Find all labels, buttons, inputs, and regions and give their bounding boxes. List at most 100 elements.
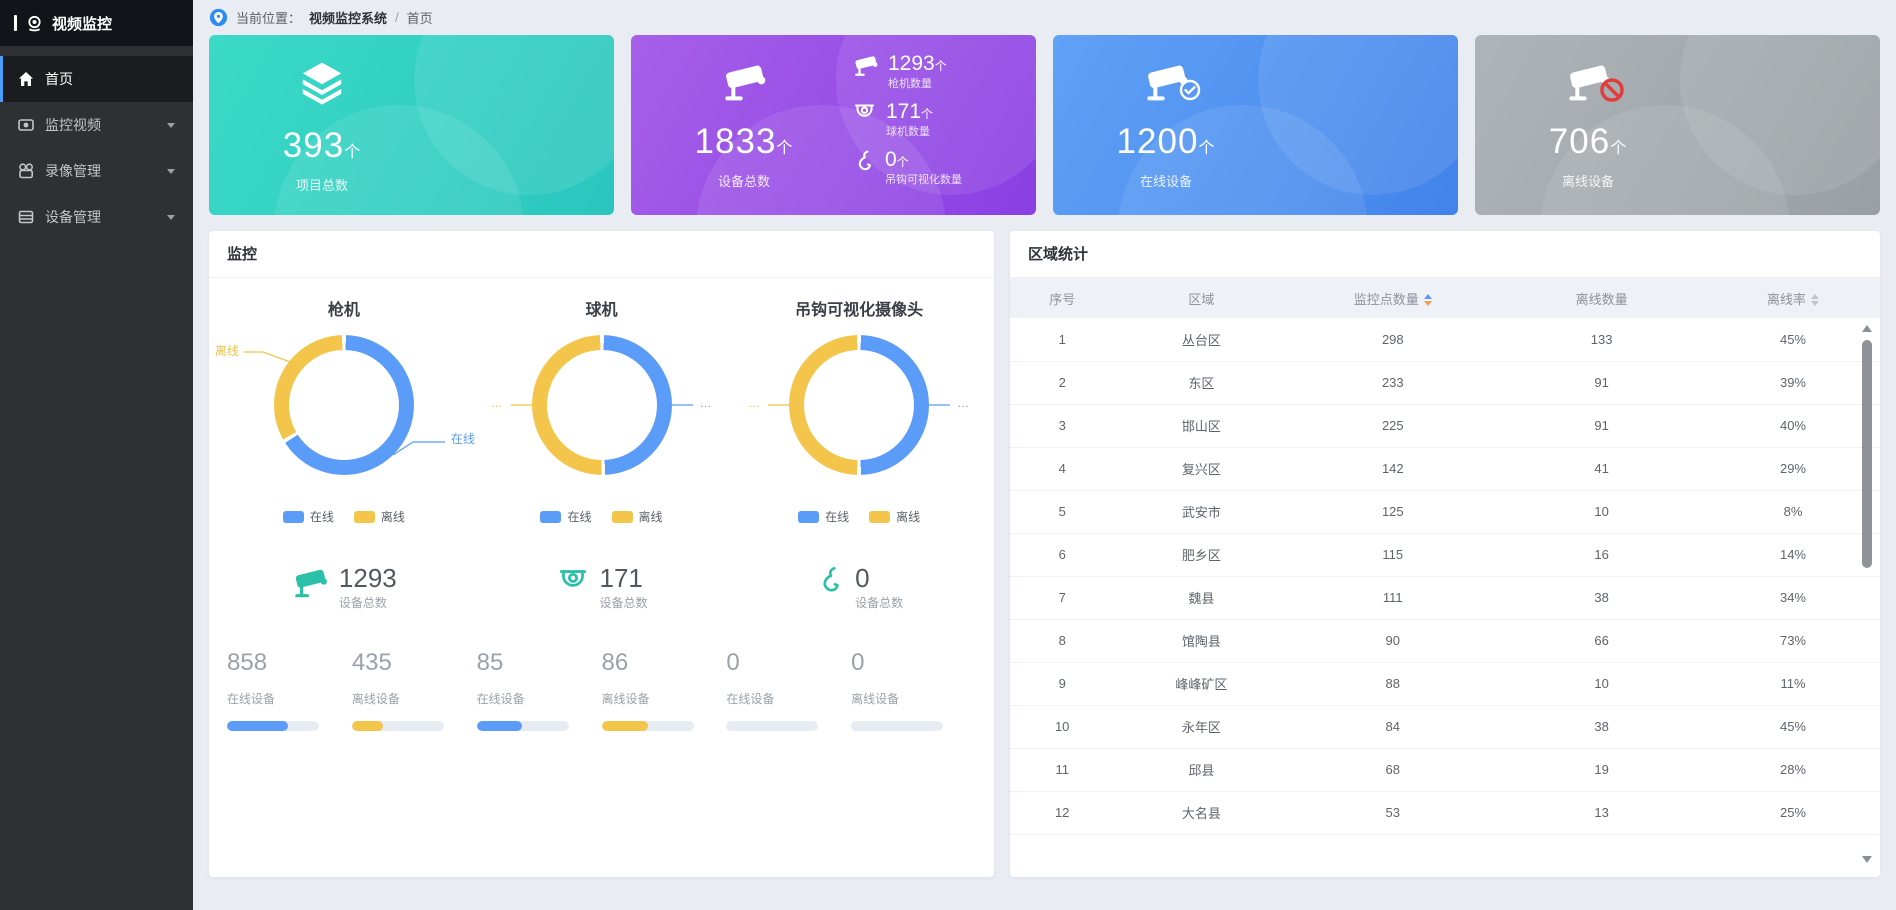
table-row[interactable]: 5武安市125108%: [1010, 490, 1880, 533]
table-cell: 66: [1497, 619, 1706, 662]
table-cell: 10: [1497, 662, 1706, 705]
breadcrumb-root[interactable]: 视频监控系统: [309, 8, 387, 27]
scroll-up-icon[interactable]: [1862, 325, 1872, 332]
main-content: 当前位置： 视频监控系统 / 首页 393个 项目总数 1833个 设备总数: [193, 0, 1896, 910]
table-cell: 12: [1010, 791, 1114, 834]
col-offline-rate-sortable[interactable]: 离线率: [1706, 278, 1880, 318]
ban-icon: [1598, 76, 1626, 104]
scroll-down-icon[interactable]: [1862, 856, 1872, 863]
legend-label: 在线: [310, 508, 334, 525]
col-monitor-points-sortable[interactable]: 监控点数量: [1288, 278, 1497, 318]
breadcrumb-separator: /: [395, 10, 399, 25]
sub-value: 171个: [886, 101, 933, 122]
scrollbar-thumb[interactable]: [1862, 340, 1872, 568]
table-row[interactable]: 3邯山区2259140%: [1010, 404, 1880, 447]
table-cell: 馆陶县: [1114, 619, 1288, 662]
chart-legend[interactable]: 在线 离线: [215, 508, 473, 525]
card-device-total[interactable]: 1833个 设备总数 1293个 枪机数量 171个 球机数量: [631, 35, 1036, 215]
gun-camera-icon: [852, 53, 879, 77]
card-offline-devices[interactable]: 706个 离线设备: [1475, 35, 1880, 215]
table-row[interactable]: 11邱县681928%: [1010, 748, 1880, 791]
table-cell: 邱县: [1114, 748, 1288, 791]
app-logo: 视频监控: [0, 0, 193, 46]
sub-label: 球机数量: [886, 127, 933, 138]
table-row[interactable]: 8馆陶县906673%: [1010, 619, 1880, 662]
table-cell: 39%: [1706, 361, 1880, 404]
table-row[interactable]: 2东区2339139%: [1010, 361, 1880, 404]
card-project-total[interactable]: 393个 项目总数: [209, 35, 614, 215]
sub-label: 吊钩可视化数量: [885, 175, 962, 186]
sort-carets-icon[interactable]: [1811, 294, 1819, 306]
total-label: 设备总数: [339, 597, 397, 609]
home-icon: [18, 71, 34, 87]
table-row[interactable]: 6肥乡区1151614%: [1010, 533, 1880, 576]
table-cell: 125: [1288, 490, 1497, 533]
donut-chart[interactable]: [532, 335, 672, 475]
card-label: 项目总数: [247, 175, 397, 194]
legend-offline-swatch: [354, 511, 375, 523]
breadcrumb-current[interactable]: 首页: [407, 8, 433, 27]
region-panel-title: 区域统计: [1010, 231, 1880, 278]
hook-camera-stat: 0个 吊钩可视化数量: [852, 149, 1010, 186]
dome-camera-stat: 171个 球机数量: [852, 101, 1010, 138]
table-cell: 8: [1010, 619, 1114, 662]
table-cell: 233: [1288, 361, 1497, 404]
sort-carets-icon[interactable]: [1424, 294, 1432, 306]
hook-icon: [815, 565, 845, 595]
table-cell: 丛台区: [1114, 318, 1288, 361]
device-total: 171 设备总数: [473, 565, 731, 615]
sidebar-item-devices[interactable]: 设备管理: [0, 194, 193, 240]
donut-chart[interactable]: [789, 335, 929, 475]
progress-bar: [851, 721, 943, 731]
table-row[interactable]: 4复兴区1424129%: [1010, 447, 1880, 490]
sidebar-item-label: 首页: [45, 69, 73, 89]
chart-title: 吊钩可视化摄像头: [730, 296, 988, 320]
table-cell: 3: [1010, 404, 1114, 447]
stat-offline: 0离线设备: [851, 649, 976, 707]
sidebar-item-home[interactable]: 首页: [0, 56, 193, 102]
card-value: 1833个: [669, 122, 819, 162]
table-cell: 2: [1010, 361, 1114, 404]
monitor-panel: 监控 枪机 离线 在线 在线: [209, 231, 994, 877]
chart-gun-camera: 枪机 离线 在线 在线 离线: [215, 282, 473, 615]
dome-camera-icon: [852, 101, 877, 121]
dome-camera-icon: [556, 565, 590, 593]
region-stats-panel: 区域统计 序号 区域 监控点数量 离线数量 离线率 1丛台区29813345%2…: [1010, 231, 1880, 877]
progress-bar: [726, 721, 818, 731]
table-row[interactable]: 7魏县1113834%: [1010, 576, 1880, 619]
legend-label: 离线: [381, 508, 405, 525]
table-row[interactable]: 12大名县531325%: [1010, 791, 1880, 834]
donut-charts: 枪机 离线 在线 在线 离线: [209, 278, 994, 615]
chart-title: 球机: [473, 296, 731, 320]
sidebar-item-label: 监控视频: [45, 115, 101, 135]
breadcrumb-prefix: 当前位置：: [236, 8, 301, 27]
chart-legend[interactable]: 在线 离线: [730, 508, 988, 525]
table-cell: 大名县: [1114, 791, 1288, 834]
table-cell: 5: [1010, 490, 1114, 533]
card-online-devices[interactable]: 1200个 在线设备: [1053, 35, 1458, 215]
table-row[interactable]: 9峰峰矿区881011%: [1010, 662, 1880, 705]
table-cell: 91: [1497, 404, 1706, 447]
callout-line: [243, 348, 297, 366]
sidebar-item-recording[interactable]: 录像管理: [0, 148, 193, 194]
table-row[interactable]: 1丛台区29813345%: [1010, 318, 1880, 361]
monitor-panel-title: 监控: [209, 231, 994, 278]
table-scrollbar[interactable]: [1862, 325, 1872, 863]
legend-online-swatch: [798, 511, 819, 523]
progress-bar: [602, 721, 694, 731]
table-cell: 8%: [1706, 490, 1880, 533]
online-callout-label: 在线: [451, 430, 475, 447]
callout-line: [926, 402, 950, 408]
table-cell: 25%: [1706, 791, 1880, 834]
sidebar-item-label: 录像管理: [45, 161, 101, 181]
total-value: 1293: [339, 565, 397, 591]
table-cell: 10: [1497, 490, 1706, 533]
col-region: 区域: [1114, 278, 1288, 318]
table-cell: 肥乡区: [1114, 533, 1288, 576]
online-callout-label: …: [700, 396, 713, 410]
sidebar-item-monitor-video[interactable]: 监控视频: [0, 102, 193, 148]
legend-online-swatch: [540, 511, 561, 523]
progress-bar: [227, 721, 319, 731]
chart-legend[interactable]: 在线 离线: [473, 508, 731, 525]
table-row[interactable]: 10永年区843845%: [1010, 705, 1880, 748]
